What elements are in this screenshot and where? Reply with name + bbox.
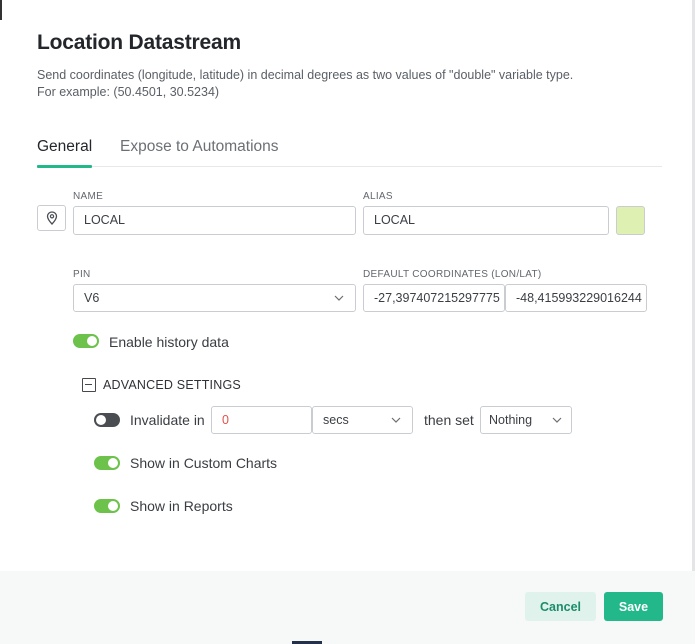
color-picker-swatch[interactable] (616, 206, 645, 235)
show-in-reports-label: Show in Reports (130, 498, 233, 514)
active-tab-indicator (37, 165, 92, 168)
collapse-advanced-icon[interactable] (82, 378, 96, 392)
icon-picker-button[interactable] (37, 205, 66, 231)
invalidate-toggle[interactable] (94, 413, 120, 427)
alias-label: ALIAS (363, 191, 393, 202)
time-unit-value: secs (323, 412, 349, 427)
pin-label: PIN (73, 269, 91, 280)
background-edge (0, 0, 2, 20)
then-set-select[interactable]: Nothing (480, 406, 572, 434)
cancel-button[interactable]: Cancel (525, 592, 596, 621)
invalidate-value-input[interactable]: 0 (211, 406, 312, 434)
name-label: NAME (73, 191, 104, 202)
show-in-custom-charts-label: Show in Custom Charts (130, 455, 278, 471)
default-coordinates-label: DEFAULT COORDINATES (LON/LAT) (363, 269, 542, 280)
tabs-divider (37, 166, 662, 167)
pin-select-value: V6 (84, 290, 100, 305)
alias-input[interactable]: LOCAL (363, 206, 609, 235)
then-set-label: then set (424, 412, 474, 428)
description-line-1: Send coordinates (longitude, latitude) i… (37, 68, 574, 82)
dialog-title: Location Datastream (37, 31, 241, 54)
tab-general[interactable]: General (37, 138, 92, 156)
longitude-input[interactable]: -27,397407215297775 (363, 284, 505, 312)
chevron-down-icon (552, 417, 562, 423)
enable-history-label: Enable history data (109, 334, 229, 350)
show-in-reports-toggle[interactable] (94, 499, 120, 513)
invalidate-label: Invalidate in (130, 412, 205, 428)
time-unit-select[interactable]: secs (312, 406, 413, 434)
latitude-input[interactable]: -48,415993229016244 (505, 284, 647, 312)
show-in-custom-charts-toggle[interactable] (94, 456, 120, 470)
save-button[interactable]: Save (604, 592, 663, 621)
chevron-down-icon (334, 295, 344, 301)
pin-select[interactable]: V6 (73, 284, 356, 312)
then-set-value: Nothing (489, 412, 533, 427)
description-line-2: For example: (50.4501, 30.5234) (37, 85, 220, 99)
dialog-description: Send coordinates (longitude, latitude) i… (37, 67, 637, 101)
chevron-down-icon (391, 417, 401, 423)
enable-history-toggle[interactable] (73, 334, 99, 348)
advanced-settings-label[interactable]: ADVANCED SETTINGS (103, 378, 241, 392)
location-datastream-dialog: Location Datastream Send coordinates (lo… (0, 0, 695, 644)
name-input[interactable]: LOCAL (73, 206, 356, 235)
tab-expose-to-automations[interactable]: Expose to Automations (120, 138, 279, 156)
location-pin-icon (46, 211, 57, 225)
